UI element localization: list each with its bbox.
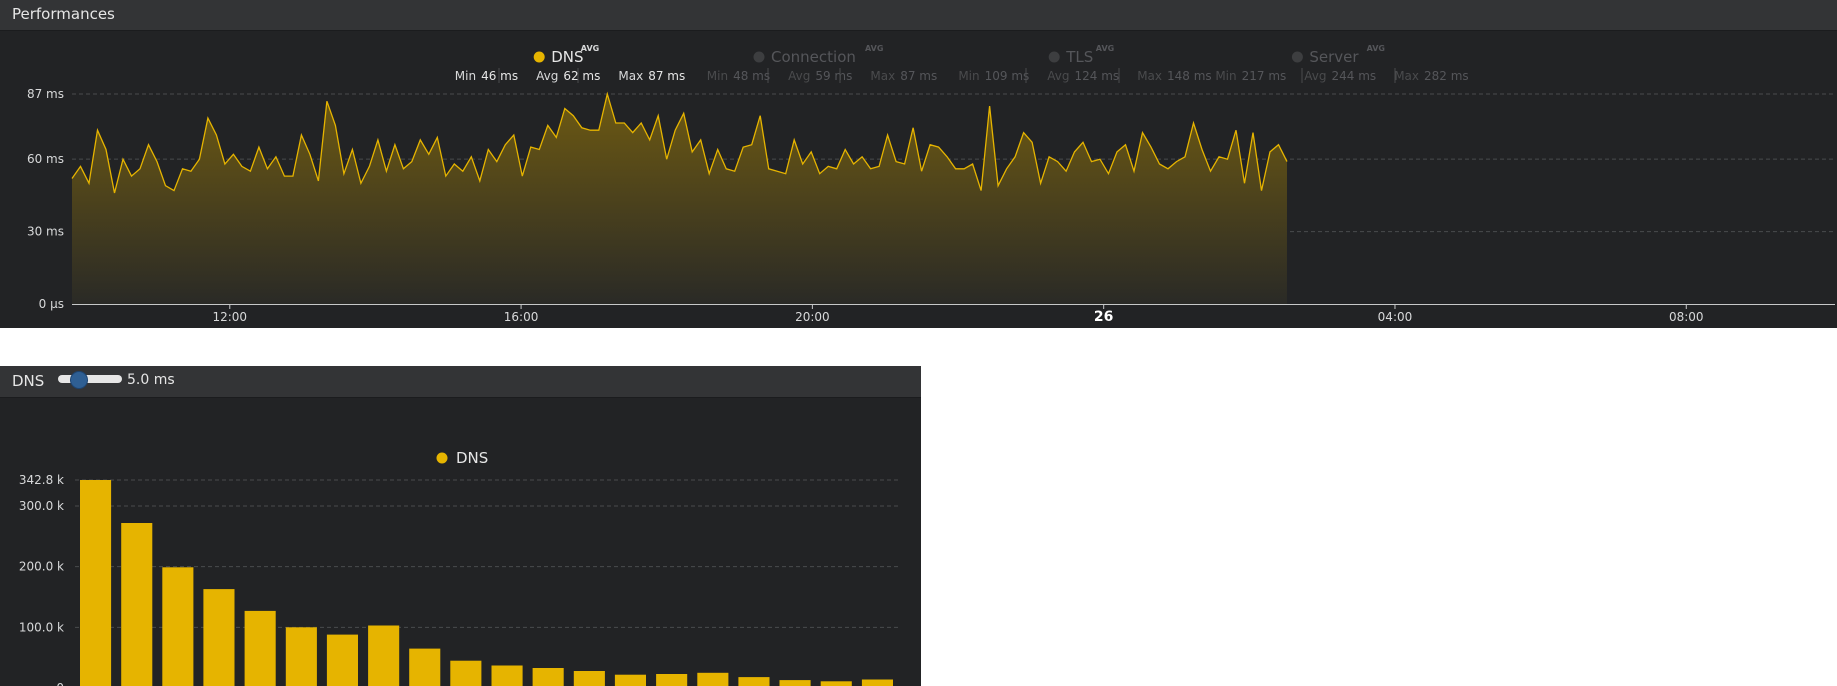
bin-size-slider[interactable] <box>58 371 122 389</box>
slider-value: 5.0 ms <box>127 372 175 388</box>
histogram-bar[interactable] <box>203 589 235 686</box>
legend-stat-min-label: Min <box>958 69 979 83</box>
y-tick-label: 342.8 k <box>19 473 64 487</box>
histogram-bar[interactable] <box>820 681 852 686</box>
histogram-legend[interactable]: DNS <box>436 449 489 467</box>
legend-stat-max: 87 ms <box>900 69 937 83</box>
histogram-bar[interactable] <box>121 523 153 686</box>
legend-item-connection[interactable]: Connection AVG Min 48 ms Avg 59 ms Max 87 ms <box>707 44 937 83</box>
legend-stat-max-label: Max <box>618 69 643 83</box>
legend-stat-avg-label: Avg <box>1304 69 1326 83</box>
slider-handle[interactable] <box>69 371 88 389</box>
legend-stat-avg: 59 ms <box>815 69 852 83</box>
y-tick-label: 300.0 k <box>19 499 64 513</box>
histogram-bar[interactable] <box>244 610 276 686</box>
legend-stat-max-label: Max <box>870 69 895 83</box>
y-tick-label: 200.0 k <box>19 560 64 574</box>
x-tick-label: 04:00 <box>1378 310 1413 324</box>
histogram-bar[interactable] <box>409 648 441 686</box>
histogram-bar[interactable] <box>491 665 523 686</box>
histogram-bar[interactable] <box>779 680 811 686</box>
x-tick-label: 26 <box>1094 309 1113 325</box>
legend-dot-icon <box>533 51 545 63</box>
legend-dot-icon <box>436 452 448 464</box>
y-tick-label: 0 <box>56 681 64 686</box>
legend-avg-tag: AVG <box>1367 44 1385 53</box>
y-tick-label: 30 ms <box>27 225 64 239</box>
legend-stat-avg-label: Avg <box>536 69 558 83</box>
legend-stat-avg-label: Avg <box>1047 69 1069 83</box>
legend-series-name: Connection <box>771 48 856 66</box>
x-tick-label: 16:00 <box>504 310 539 324</box>
legend-stat-min-label: Min <box>1215 69 1236 83</box>
histogram-bar[interactable] <box>861 679 893 686</box>
panel-title: Performances <box>12 5 115 23</box>
legend-stat-min: 46 ms <box>481 69 518 83</box>
histogram-bar[interactable] <box>162 567 194 686</box>
legend-stat-min: 217 ms <box>1242 69 1287 83</box>
histogram-chart[interactable]: DNS0100.0 k200.0 k300.0 k342.8 k0 µs10 m… <box>0 398 921 686</box>
legend-avg-tag: AVG <box>865 44 883 53</box>
legend-series-name: DNS <box>456 449 488 467</box>
legend-stat-min: 48 ms <box>733 69 770 83</box>
histogram-bar[interactable] <box>532 668 564 686</box>
performance-panel: Performances 0 µs 30 ms 60 ms 87 ms 12:00 16:… <box>0 0 1837 328</box>
legend-stats: Min 217 ms Avg 244 ms Max 282 ms <box>1215 69 1468 83</box>
legend-stat-min: 109 ms <box>985 69 1030 83</box>
performance-chart[interactable]: 0 µs 30 ms 60 ms 87 ms 12:00 16:00 20:00 26 04:0… <box>0 31 1837 328</box>
x-tick-label: 12:00 <box>212 310 247 324</box>
legend-series-name: DNS <box>551 48 583 66</box>
legend-stats: Min 109 ms Avg 124 ms Max 148 ms <box>958 69 1211 83</box>
legend-stat-avg: 62 ms <box>563 69 600 83</box>
legend-stat-min-label: Min <box>455 69 476 83</box>
legend-item-dns[interactable]: DNSAVG Min 46 ms Avg 62 ms Max 87 ms <box>455 44 685 83</box>
histogram-bar[interactable] <box>656 674 688 686</box>
legend-stat-min-label: Min <box>707 69 728 83</box>
legend-dot-icon <box>1291 51 1303 63</box>
histogram-bar[interactable] <box>573 671 605 686</box>
legend-series-name: Server <box>1309 48 1359 66</box>
panel-title: DNS <box>12 372 45 390</box>
histogram-panel-header: DNS 5.0 ms <box>0 366 921 398</box>
legend-avg-tag: AVG <box>581 44 599 53</box>
dns-area <box>72 94 1287 304</box>
histogram-bar[interactable] <box>326 634 358 686</box>
histogram-bar[interactable] <box>614 674 646 686</box>
y-tick-label: 100.0 k <box>19 620 64 634</box>
histogram-panel: DNS 5.0 ms DNS 0 100.0 k 200.0 k 300.0 k 342.… <box>0 366 921 686</box>
legend-stat-avg: 244 ms <box>1332 69 1377 83</box>
histogram-bar[interactable] <box>450 660 482 686</box>
legend-item-tls[interactable]: TLS AVG Min 109 ms Avg 124 ms Max 148 ms <box>958 44 1211 83</box>
legend-stat-max-label: Max <box>1394 69 1419 83</box>
histogram-bar[interactable] <box>368 625 400 686</box>
performance-panel-header: Performances <box>0 0 1837 31</box>
legend-stat-max: 148 ms <box>1167 69 1212 83</box>
histogram-bar[interactable] <box>697 672 729 686</box>
x-tick-label: 08:00 <box>1669 310 1704 324</box>
legend-stats: Min 46 ms Avg 62 ms Max 87 ms <box>455 69 685 83</box>
legend-item-server[interactable]: Server AVG Min 217 ms Avg 244 ms Max 282 ms <box>1215 44 1468 83</box>
x-tick-label: 20:00 <box>795 310 830 324</box>
histogram-bar[interactable] <box>738 677 770 686</box>
legend-stat-avg: 124 ms <box>1075 69 1120 83</box>
legend-dot-icon <box>1048 51 1060 63</box>
legend-series-name: TLS <box>1065 48 1093 66</box>
y-tick-label: 0 µs <box>39 297 64 311</box>
legend-avg-tag: AVG <box>1096 44 1114 53</box>
y-tick-label: 87 ms <box>27 87 64 101</box>
legend-stat-max: 282 ms <box>1424 69 1469 83</box>
y-tick-label: 60 ms <box>27 152 64 166</box>
legend-stat-max: 87 ms <box>648 69 685 83</box>
legend-dot-icon <box>753 51 765 63</box>
histogram-bar[interactable] <box>80 480 112 686</box>
legend-stats: Min 48 ms Avg 59 ms Max 87 ms <box>707 69 937 83</box>
histogram-bar[interactable] <box>285 627 317 686</box>
legend-stat-avg-label: Avg <box>788 69 810 83</box>
legend-stat-max-label: Max <box>1137 69 1162 83</box>
